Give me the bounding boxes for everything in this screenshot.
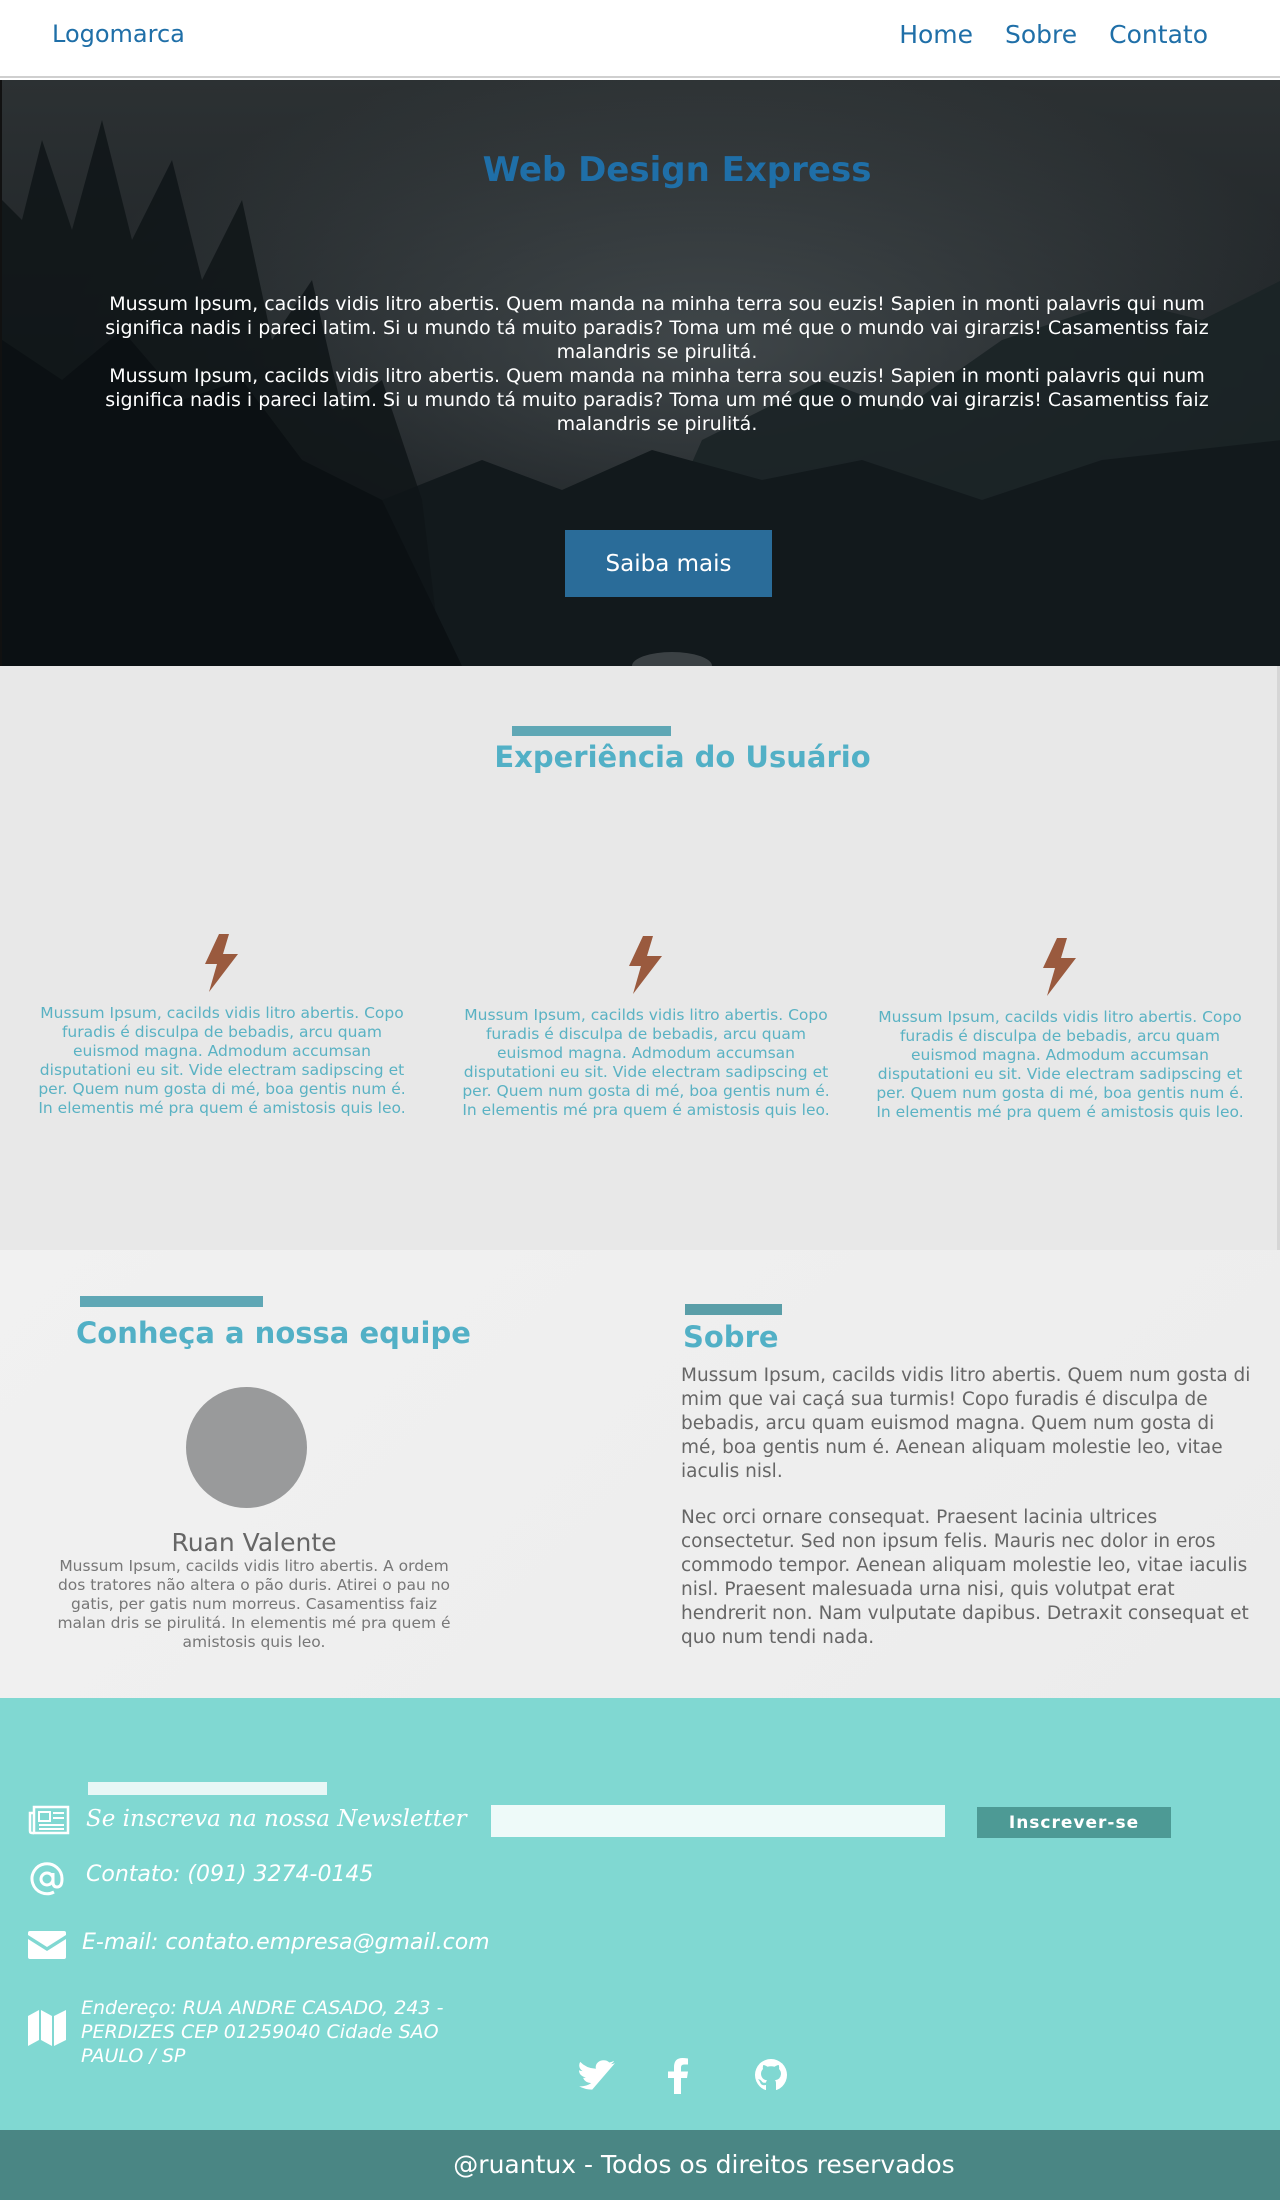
- section-accent-bar: [685, 1304, 782, 1315]
- contact-section: Se inscreva na nossa Newsletter Inscreve…: [0, 1698, 1280, 2130]
- github-icon: [755, 2059, 787, 2091]
- lightning-bolt-icon: [629, 936, 662, 994]
- facebook-icon: [668, 2058, 688, 2094]
- contact-phone: Contato: (091) 3274-0145: [86, 1862, 374, 1887]
- map-icon: [28, 2010, 66, 2046]
- nav-contato[interactable]: Contato: [1109, 20, 1208, 49]
- main-nav: Home Sobre Contato: [899, 20, 1208, 49]
- feature-text: Mussum Ipsum, cacilds vidis litro aberti…: [876, 1008, 1244, 1121]
- feature-text: Mussum Ipsum, cacilds vidis litro aberti…: [38, 1004, 406, 1117]
- saiba-mais-button[interactable]: Saiba mais: [565, 530, 772, 597]
- logo-link[interactable]: Logomarca: [52, 20, 185, 48]
- team-about-section: Conheça a nossa equipe Ruan Valente Muss…: [0, 1250, 1280, 1698]
- experience-title: Experiência do Usuário: [494, 740, 871, 774]
- team-title: Conheça a nossa equipe: [76, 1316, 471, 1350]
- newspaper-icon: [28, 1805, 70, 1835]
- nav-home[interactable]: Home: [899, 20, 973, 49]
- newsletter-email-input[interactable]: [491, 1805, 945, 1837]
- lightning-bolt-icon: [1043, 938, 1076, 996]
- about-paragraph: Nec orci ornare consequat. Praesent laci…: [681, 1507, 1249, 1648]
- github-link[interactable]: [754, 2058, 788, 2096]
- feature-text: Mussum Ipsum, cacilds vidis litro aberti…: [462, 1006, 830, 1119]
- contact-email: E-mail: contato.empresa@gmail.com: [82, 1930, 490, 1955]
- hero-section: Web Design Express Mussum Ipsum, cacilds…: [0, 80, 1280, 666]
- lightning-bolt-icon: [205, 934, 238, 992]
- section-accent-bar: [88, 1782, 327, 1795]
- twitter-link[interactable]: [579, 2060, 615, 2094]
- copyright-text: @ruantux - Todos os direitos reservados: [453, 2150, 955, 2179]
- hero-text: Mussum Ipsum, cacilds vidis litro aberti…: [72, 292, 1242, 436]
- site-header: Logomarca Home Sobre Contato: [0, 0, 1280, 78]
- hero-paragraph: Mussum Ipsum, cacilds vidis litro aberti…: [105, 365, 1209, 435]
- section-accent-bar: [80, 1296, 263, 1307]
- twitter-icon: [579, 2060, 615, 2090]
- feature-card: Mussum Ipsum, cacilds vidis litro aberti…: [460, 936, 832, 1120]
- hero-paragraph: Mussum Ipsum, cacilds vidis litro aberti…: [105, 293, 1209, 363]
- member-bio: Mussum Ipsum, cacilds vidis litro aberti…: [57, 1557, 451, 1651]
- newsletter-label: Se inscreva na nossa Newsletter: [86, 1806, 467, 1832]
- facebook-link[interactable]: [668, 2058, 688, 2098]
- about-title: Sobre: [683, 1320, 779, 1354]
- feature-card: Mussum Ipsum, cacilds vidis litro aberti…: [36, 934, 408, 1118]
- envelope-icon: [28, 1931, 66, 1959]
- avatar: [186, 1387, 307, 1508]
- experience-section: Experiência do Usuário Mussum Ipsum, cac…: [0, 666, 1280, 1250]
- nav-sobre[interactable]: Sobre: [1005, 20, 1077, 49]
- member-name: Ruan Valente: [171, 1528, 337, 1557]
- feature-card: Mussum Ipsum, cacilds vidis litro aberti…: [874, 938, 1246, 1122]
- at-sign-icon: [30, 1862, 64, 1896]
- about-paragraph: Mussum Ipsum, cacilds vidis litro aberti…: [681, 1365, 1251, 1482]
- hero-title: Web Design Express: [482, 150, 872, 190]
- contact-address: Endereço: RUA ANDRE CASADO, 243 - PERDIZ…: [81, 1997, 444, 2067]
- section-accent-bar: [512, 726, 671, 736]
- site-footer: @ruantux - Todos os direitos reservados: [0, 2130, 1280, 2200]
- subscribe-button[interactable]: Inscrever-se: [977, 1807, 1171, 1838]
